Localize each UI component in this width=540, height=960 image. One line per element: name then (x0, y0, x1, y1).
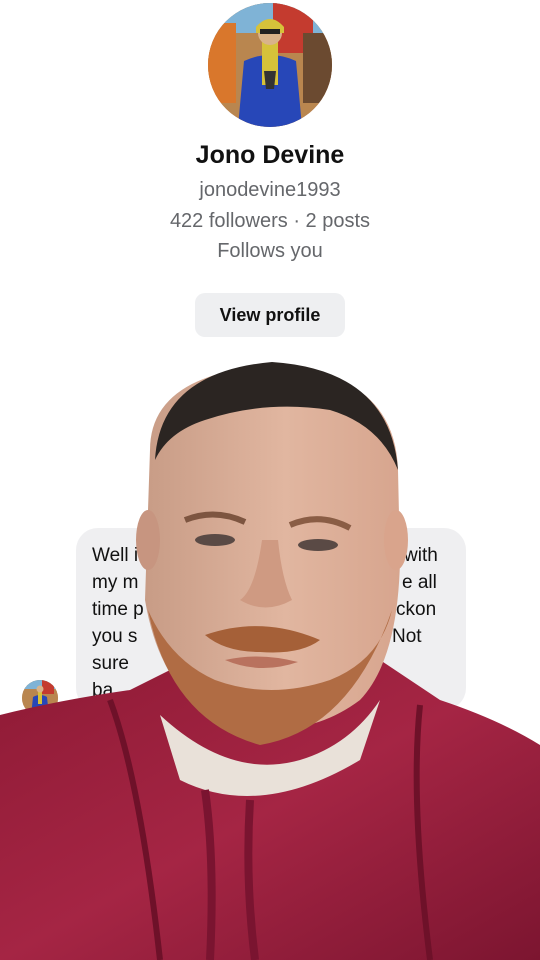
person-video-overlay (0, 362, 540, 960)
